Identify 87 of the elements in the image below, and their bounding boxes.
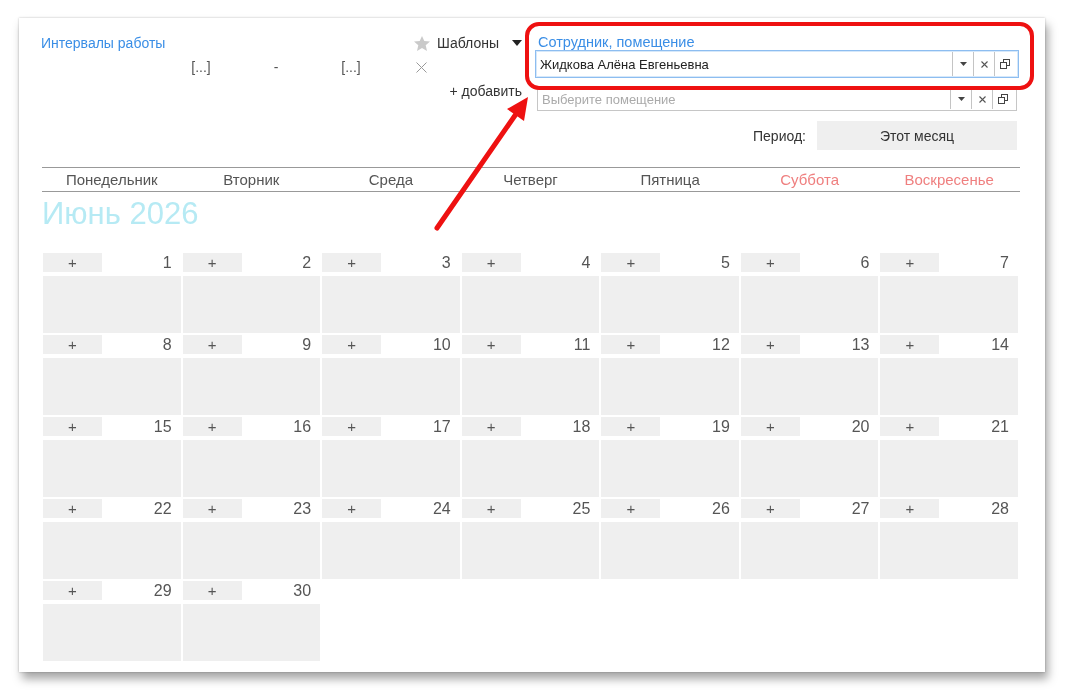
add-event-button[interactable]: + (740, 335, 800, 354)
add-event-button[interactable]: + (182, 417, 242, 436)
add-event-button[interactable]: + (322, 335, 382, 354)
add-event-button[interactable]: + (601, 499, 661, 518)
day-number: 20 (851, 417, 871, 436)
day-number: 9 (302, 335, 313, 354)
day-number: 26 (712, 499, 731, 518)
day-number: 18 (572, 417, 592, 436)
day-number: 15 (153, 417, 173, 436)
period-label: Период: (753, 127, 806, 144)
add-event-button[interactable]: + (740, 417, 800, 436)
add-event-button[interactable]: + (880, 335, 940, 354)
templates-button[interactable]: Шаблоны (414, 35, 522, 51)
period-button[interactable]: Этот месяц (817, 121, 1017, 150)
add-event-button[interactable]: + (740, 253, 800, 272)
weekday-header: Суббота (780, 170, 839, 190)
weekday-header: Пятница (640, 170, 700, 190)
weekday-header: Вторник (223, 170, 280, 190)
day-number: 25 (572, 499, 592, 518)
day-number: 6 (860, 253, 871, 272)
add-event-button[interactable]: + (601, 417, 661, 436)
day-number: 5 (720, 253, 731, 272)
day-number: 30 (293, 581, 313, 600)
day-number: 22 (153, 499, 173, 518)
add-event-button[interactable]: + (182, 253, 242, 272)
add-event-button[interactable]: + (880, 253, 940, 272)
add-event-button[interactable]: + (461, 499, 521, 518)
add-event-button[interactable]: + (322, 417, 382, 436)
add-event-button[interactable]: + (601, 335, 661, 354)
close-icon[interactable] (415, 61, 427, 73)
open-window-icon (998, 94, 1008, 104)
day-number: 7 (1000, 253, 1010, 272)
add-event-button[interactable]: + (182, 335, 242, 354)
end-time-link[interactable]: [...] (341, 59, 361, 75)
employee-field[interactable]: Жидкова Алёна Евгеньевна (535, 50, 1019, 78)
add-event-button[interactable]: + (43, 335, 102, 354)
add-interval-button[interactable]: + добавить (449, 83, 522, 100)
day-number: 12 (712, 335, 731, 354)
field-label: Сотрудник, помещение (537, 34, 696, 50)
add-event-button[interactable]: + (43, 581, 102, 600)
month-title: Июнь 2026 (42, 196, 199, 231)
day-number: 23 (293, 499, 313, 518)
add-event-button[interactable]: + (322, 253, 382, 272)
add-event-button[interactable]: + (182, 499, 242, 518)
add-event-button[interactable]: + (461, 335, 521, 354)
section-title: Интервалы работы (41, 35, 166, 51)
add-event-button[interactable]: + (182, 581, 242, 600)
day-number: 4 (581, 253, 592, 272)
caret-down-icon (512, 40, 522, 46)
open-window-icon (1000, 59, 1010, 69)
day-number: 8 (162, 335, 173, 354)
day-number: 2 (302, 253, 313, 272)
day-number: 21 (991, 417, 1010, 436)
weekday-header: Понедельник (65, 170, 158, 190)
add-event-button[interactable]: + (43, 253, 102, 272)
caret-down-icon (959, 62, 967, 66)
day-number: 3 (441, 253, 452, 272)
day-number: 14 (991, 335, 1010, 354)
add-event-button[interactable]: + (461, 253, 521, 272)
day-number: 28 (991, 499, 1010, 518)
day-number: 19 (712, 417, 731, 436)
day-number: 17 (432, 417, 452, 436)
start-time-link[interactable]: [...] (191, 59, 211, 75)
caret-down-icon (957, 97, 965, 101)
weekday-header: Среда (368, 170, 414, 190)
day-number: 10 (432, 335, 452, 354)
day-number: 1 (162, 253, 173, 272)
day-number: 24 (432, 499, 452, 518)
add-event-button[interactable]: + (880, 499, 940, 518)
clear-icon (980, 60, 988, 68)
day-number: 27 (851, 499, 871, 518)
add-event-button[interactable]: + (322, 499, 382, 518)
add-event-button[interactable]: + (740, 499, 800, 518)
day-number: 13 (851, 335, 871, 354)
day-number: 11 (573, 335, 592, 354)
day-number: 29 (153, 581, 173, 600)
time-separator: - (273, 59, 279, 75)
weekday-header: Четверг (503, 170, 558, 190)
add-event-button[interactable]: + (43, 499, 102, 518)
add-event-button[interactable]: + (461, 417, 521, 436)
star-icon (414, 35, 431, 51)
add-event-button[interactable]: + (43, 417, 102, 436)
weekday-header: Воскресенье (904, 170, 994, 190)
day-number: 16 (293, 417, 313, 436)
clear-icon (978, 95, 986, 103)
add-event-button[interactable]: + (880, 417, 940, 436)
add-event-button[interactable]: + (601, 253, 661, 272)
